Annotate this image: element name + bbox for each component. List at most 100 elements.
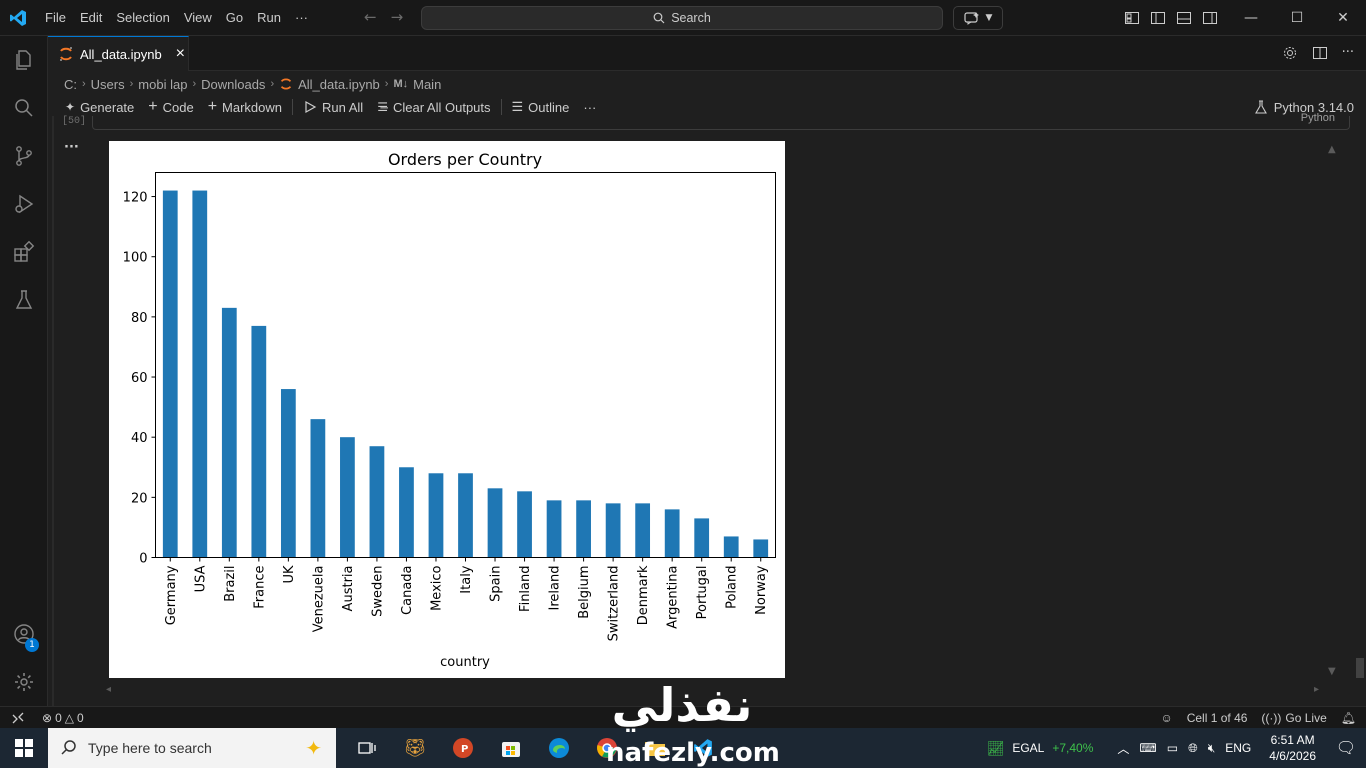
notebook-settings-gear-icon[interactable] (1282, 45, 1298, 61)
sparkle-icon: ✦ (65, 100, 76, 114)
back-arrow-icon[interactable]: ← (364, 8, 377, 26)
bar-spain (487, 488, 503, 558)
breadcrumb-downloads[interactable]: Downloads (201, 77, 265, 92)
warning-icon: △ (64, 710, 74, 725)
source-control-icon[interactable] (0, 136, 48, 176)
chart-output: Orders per Country country 0 20 40 60 80 100 1… (109, 141, 785, 678)
battery-icon[interactable]: ▭ (1167, 741, 1178, 755)
remote-indicator-icon[interactable] (0, 707, 36, 729)
menu-view[interactable]: View (177, 10, 219, 25)
clock-date: 4/6/2026 (1269, 749, 1316, 763)
stock-change: +7,40% (1052, 741, 1094, 755)
markdown-label: Markdown (222, 99, 282, 115)
testing-flask-icon[interactable] (0, 280, 48, 320)
toolbar-divider (292, 99, 293, 115)
edge-browser-icon[interactable] (542, 731, 576, 765)
breadcrumb-users[interactable]: Users (91, 77, 125, 92)
accounts-icon[interactable]: 1 (0, 614, 48, 654)
problems-indicator[interactable]: ⊗ 0 △ 0 (42, 711, 84, 725)
split-editor-icon[interactable] (1312, 45, 1328, 61)
volume-muted-icon[interactable]: 🔇︎ (1208, 741, 1216, 756)
code-label: Code (162, 99, 194, 115)
bar-finland (517, 491, 532, 558)
bar-switzerland (605, 503, 621, 558)
title-bar: File Edit Selection View Go Run ··· ← → … (0, 0, 1366, 36)
bar-venezuela (310, 419, 326, 558)
toggle-panel-icon[interactable] (1176, 10, 1192, 26)
menu-run[interactable]: Run (250, 10, 288, 25)
tab-title: All_data.ipynb (80, 46, 162, 62)
tab-close-icon[interactable]: × (176, 45, 185, 63)
menu-more[interactable]: ··· (288, 10, 315, 25)
scroll-up-icon[interactable]: ▲ (1328, 144, 1336, 155)
error-count: 0 (55, 710, 62, 725)
menu-selection[interactable]: Selection (109, 10, 176, 25)
cell-language[interactable]: Python (1301, 112, 1335, 124)
menu-go[interactable]: Go (219, 10, 250, 25)
more-actions-icon[interactable]: ··· (1342, 45, 1354, 61)
game-app-icon[interactable]: 🐯︎ (398, 731, 432, 765)
chevron-right-icon: › (82, 78, 86, 90)
output-actions[interactable]: ··· (64, 140, 79, 155)
scroll-down-icon[interactable]: ▼ (1328, 666, 1336, 677)
watermark-latin: nafezly.com (606, 738, 780, 768)
nav-arrows: ← → (364, 8, 403, 26)
customize-layout-icon[interactable] (1124, 10, 1140, 26)
copilot-button[interactable]: ▼ (953, 6, 1003, 30)
cell-indicator[interactable]: Cell 1 of 46 (1187, 711, 1248, 725)
x-tick-label: Mexico (429, 565, 444, 610)
bar-poland (723, 536, 739, 558)
breadcrumb: C: › Users › mobi lap › Downloads › All_… (64, 73, 441, 95)
x-tick-label: Finland (518, 566, 533, 612)
search-highlights-icon: ✦ (305, 737, 322, 760)
toggle-primary-sidebar-icon[interactable] (1150, 10, 1166, 26)
x-tick-label: Argentina (666, 566, 681, 629)
explorer-icon[interactable] (0, 40, 48, 80)
menu-file[interactable]: File (38, 10, 73, 25)
breadcrumb-user[interactable]: mobi lap (138, 77, 187, 92)
copilot-status-icon[interactable]: ☺ (1160, 711, 1172, 725)
powerpoint-icon[interactable]: P (446, 731, 480, 765)
accounts-badge: 1 (25, 638, 39, 652)
scroll-right-icon[interactable]: ▸ (1314, 684, 1319, 695)
stock-name: EGAL (1012, 741, 1045, 755)
bar-portugal (694, 518, 710, 558)
bar-norway (753, 539, 769, 558)
vertical-scrollbar-thumb[interactable] (1356, 658, 1364, 678)
minimize-icon[interactable]: — (1228, 0, 1274, 36)
extensions-icon[interactable] (0, 232, 48, 272)
manage-gear-icon[interactable] (0, 662, 48, 702)
copilot-chat-icon (963, 12, 979, 25)
search-sidebar-icon[interactable] (0, 88, 48, 128)
notifications-bell-icon[interactable]: 🔔︎ (1341, 711, 1356, 725)
breadcrumb-section[interactable]: Main (413, 77, 441, 92)
code-cell-editor[interactable]: Python (92, 112, 1350, 130)
command-center-search[interactable]: Search (421, 6, 943, 30)
clock[interactable]: 6:51 AM 4/6/2026 (1269, 732, 1316, 764)
microsoft-store-icon[interactable] (494, 731, 528, 765)
close-window-icon[interactable]: ✕ (1320, 0, 1366, 36)
notifications-center-icon[interactable]: 🗨︎ (1326, 738, 1366, 758)
go-live-button[interactable]: ((·)) Go Live (1261, 711, 1326, 725)
network-globe-icon[interactable]: 🌐︎ (1188, 741, 1198, 756)
forward-arrow-icon[interactable]: → (391, 8, 404, 26)
chevron-up-icon[interactable]: ︿ (1117, 740, 1129, 757)
stock-widget[interactable]: 📈︎ EGAL +7,40% (987, 740, 1094, 757)
breadcrumb-drive[interactable]: C: (64, 77, 77, 92)
x-tick-label: Brazil (223, 566, 238, 602)
start-windows-icon[interactable] (0, 728, 48, 768)
scroll-left-icon[interactable]: ◂ (106, 684, 111, 695)
breadcrumb-file[interactable]: All_data.ipynb (298, 77, 380, 92)
run-all-label: Run All (322, 99, 364, 115)
tab-all-data-ipynb[interactable]: All_data.ipynb × (48, 36, 189, 71)
system-tray: 📈︎ EGAL +7,40% ︿ ⌨ ▭ 🌐︎ 🔇︎ ENG 6:51 AM 4… (987, 728, 1366, 768)
keyboard-icon[interactable]: ⌨ (1139, 741, 1156, 755)
input-language[interactable]: ENG (1225, 741, 1251, 755)
toolbar-divider (500, 99, 502, 115)
run-debug-icon[interactable] (0, 184, 48, 224)
taskbar-search-input[interactable]: Type here to search ✦ (48, 728, 336, 768)
maximize-icon[interactable]: ☐ (1274, 0, 1320, 36)
toggle-secondary-sidebar-icon[interactable] (1202, 10, 1218, 26)
task-view-icon[interactable] (350, 731, 384, 765)
menu-edit[interactable]: Edit (73, 10, 109, 25)
